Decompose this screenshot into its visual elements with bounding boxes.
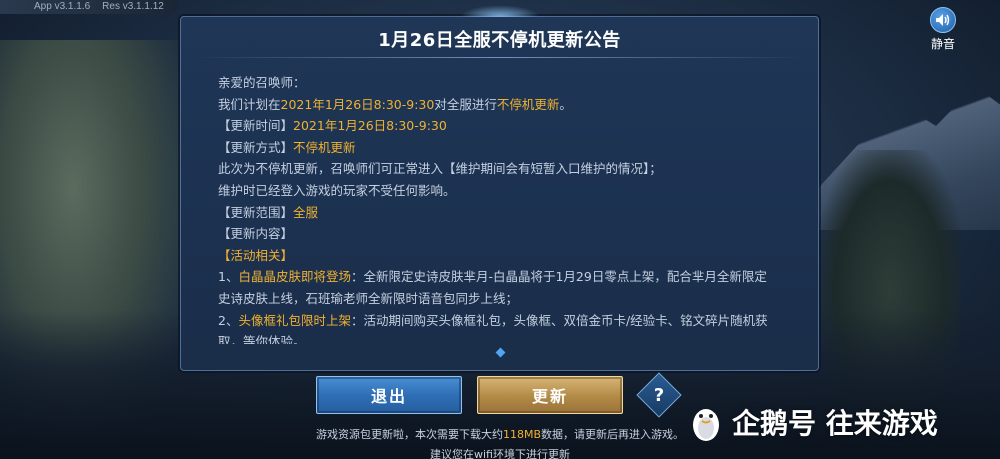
highlight-text: 不停机更新 bbox=[293, 139, 356, 155]
download-note: 游戏资源包更新啦，本次需要下载大约118MB数据，请更新后再进入游戏。 bbox=[280, 428, 720, 442]
announcement-line: 【活动相关】 bbox=[218, 245, 778, 267]
res-version: Res v3.1.1.12 bbox=[102, 1, 164, 12]
highlight-text: 头像框礼包限时上架 bbox=[238, 312, 351, 328]
body-text: 【更新内容】 bbox=[218, 226, 294, 242]
version-bar: App v3.1.1.6 Res v3.1.1.12 bbox=[0, 0, 178, 14]
body-text: 。 bbox=[559, 96, 572, 112]
body-text: 此次为不停机更新，召唤师们可正常进入【维护期间会有短暂入口维护的情况】； bbox=[218, 161, 662, 177]
mute-button[interactable]: 静音 bbox=[926, 7, 960, 52]
highlight-text: 白晶晶皮肤即将登场 bbox=[238, 269, 351, 285]
body-text: 【更新方式】 bbox=[218, 139, 294, 155]
highlight-text: 【活动相关】 bbox=[218, 247, 294, 263]
body-text: 亲爱的召唤师： bbox=[218, 75, 306, 90]
scroll-indicator bbox=[495, 347, 506, 358]
penguin-icon bbox=[688, 401, 724, 443]
announcement-line: 2、头像框礼包限时上架：活动期间购买头像框礼包，头像框、双倍金币卡/经验卡、铭文… bbox=[218, 310, 778, 344]
watermark-text: 企鹅号 往来游戏 bbox=[732, 407, 938, 440]
body-text: 对全服进行 bbox=[434, 96, 497, 112]
dialog-top-ornament bbox=[459, 5, 540, 17]
body-text: 维护时已经登入游戏的玩家不受任何影响。 bbox=[218, 182, 456, 198]
highlight-text: 全服 bbox=[293, 204, 319, 220]
app-version: App v3.1.1.6 bbox=[34, 1, 91, 12]
body-text: 1、 bbox=[218, 269, 239, 285]
announcement-line: 维护时已经登入游戏的玩家不受任何影响。 bbox=[218, 180, 778, 202]
download-size: 118MB bbox=[502, 428, 542, 441]
wifi-note: 建议您在wifi环境下进行更新 bbox=[430, 448, 570, 459]
title-divider bbox=[193, 57, 806, 58]
announcement-line: 我们计划在2021年1月26日8:30-9:30对全服进行不停机更新。 bbox=[218, 94, 778, 116]
body-text: 【更新范围】 bbox=[218, 204, 294, 220]
dialog-title: 1月26日全服不停机更新公告 bbox=[378, 30, 621, 51]
announcement-line: 【更新时间】2021年1月26日8:30-9:30 bbox=[218, 115, 778, 137]
announcement-dialog: 1月26日全服不停机更新公告 亲爱的召唤师： 我们计划在2021年1月26日8:3… bbox=[180, 5, 819, 371]
exit-button[interactable]: 退出 bbox=[316, 376, 462, 414]
announcement-line: 【更新内容】 bbox=[218, 223, 778, 245]
speaker-icon bbox=[930, 7, 956, 33]
body-text: 2、 bbox=[218, 312, 239, 328]
highlight-text: 2021年1月26日8:30-9:30 bbox=[280, 96, 435, 112]
announcement-line: 【更新范围】全服 bbox=[218, 202, 778, 224]
note-prefix: 游戏资源包更新啦，本次需要下载大约 bbox=[315, 428, 503, 441]
announcement-line: 亲爱的召唤师： bbox=[218, 72, 778, 94]
note-suffix: 数据，请更新后再进入游戏。 bbox=[541, 428, 685, 441]
mute-label: 静音 bbox=[930, 37, 955, 51]
announcement-line: 1、白晶晶皮肤即将登场：全新限定史诗皮肤芈月-白晶晶将于1月29日零点上架，配合… bbox=[218, 266, 778, 309]
highlight-text: 2021年1月26日8:30-9:30 bbox=[293, 118, 447, 134]
announcement-line: 此次为不停机更新，召唤师们可正常进入【维护期间会有短暂入口维护的情况】； bbox=[218, 158, 778, 180]
highlight-text: 不停机更新 bbox=[496, 96, 560, 112]
body-text: 我们计划在 bbox=[218, 96, 281, 112]
announcement-content[interactable]: 亲爱的召唤师： 我们计划在2021年1月26日8:30-9:30对全服进行不停机更… bbox=[218, 72, 778, 344]
body-text: 【更新时间】 bbox=[218, 118, 294, 134]
announcement-line: 【更新方式】不停机更新 bbox=[218, 137, 778, 159]
help-icon[interactable]: ? bbox=[643, 379, 675, 411]
update-button[interactable]: 更新 bbox=[477, 376, 623, 414]
watermark: 企鹅号 往来游戏 bbox=[688, 401, 938, 443]
